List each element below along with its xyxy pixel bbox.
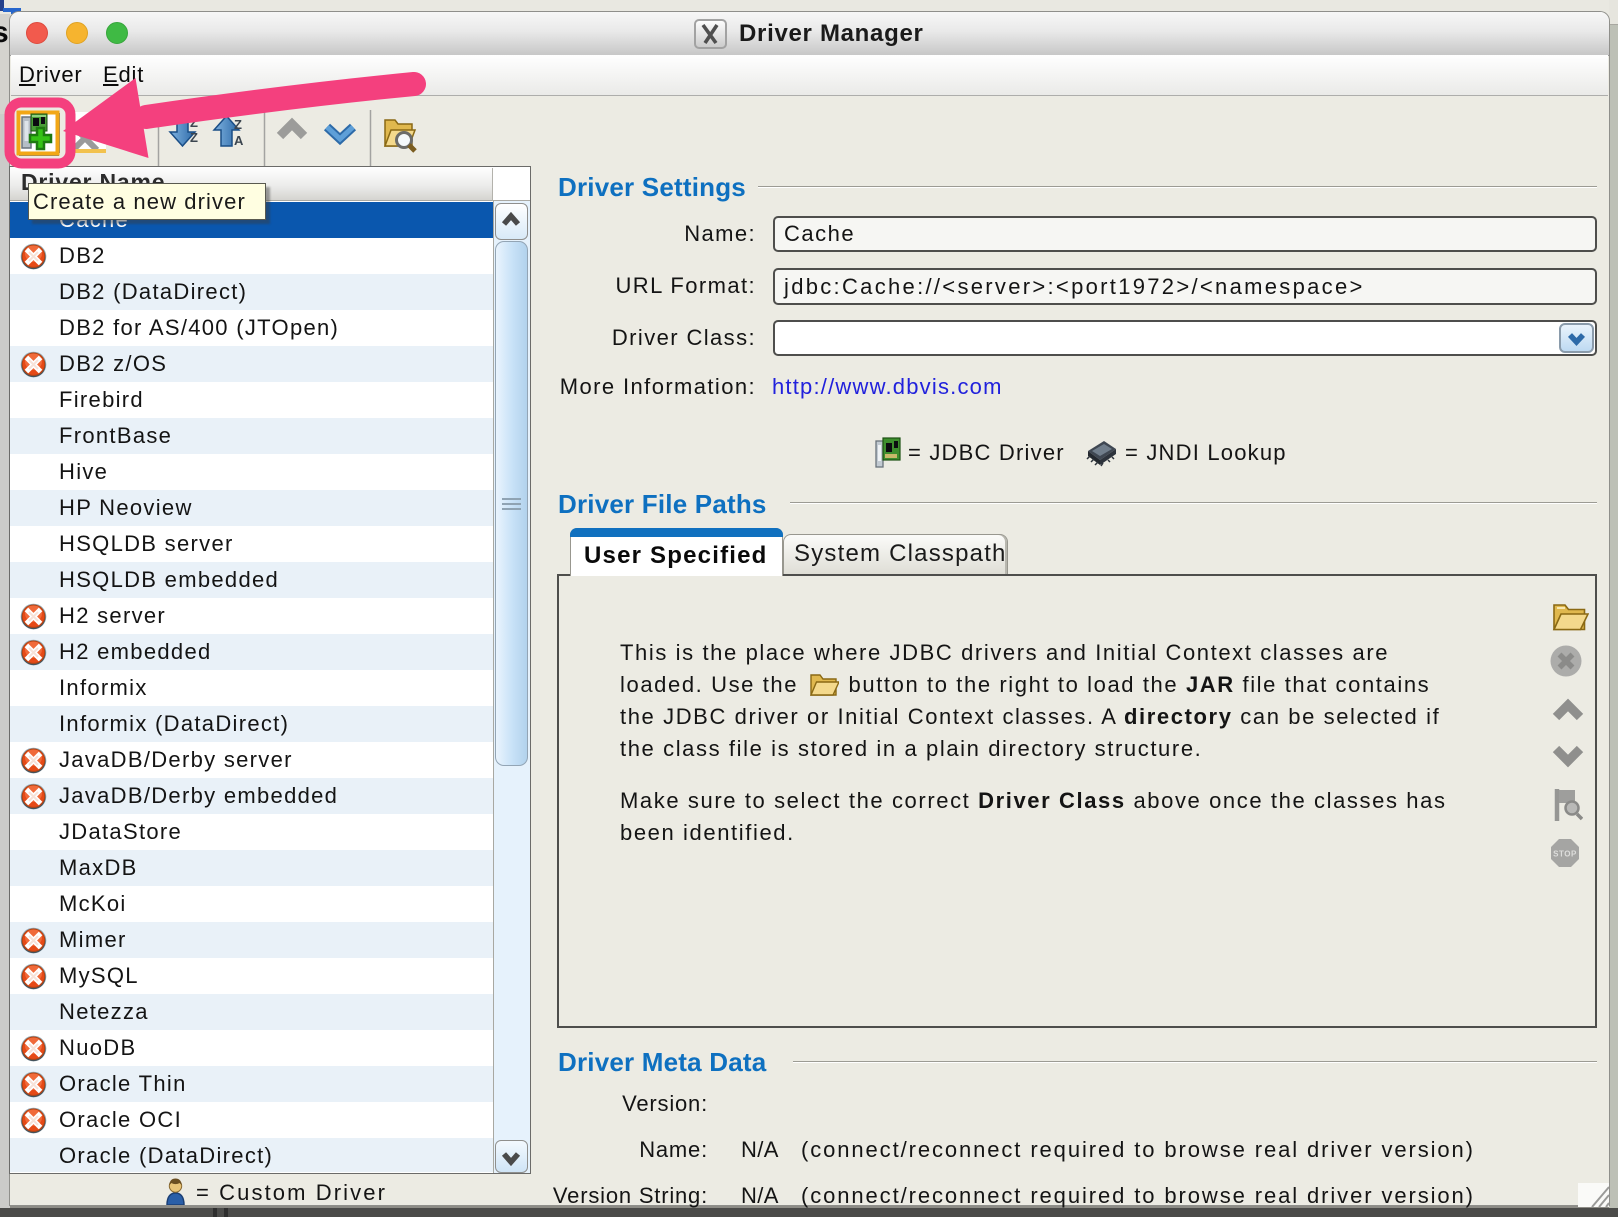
svg-text:STOP: STOP	[1553, 850, 1577, 859]
